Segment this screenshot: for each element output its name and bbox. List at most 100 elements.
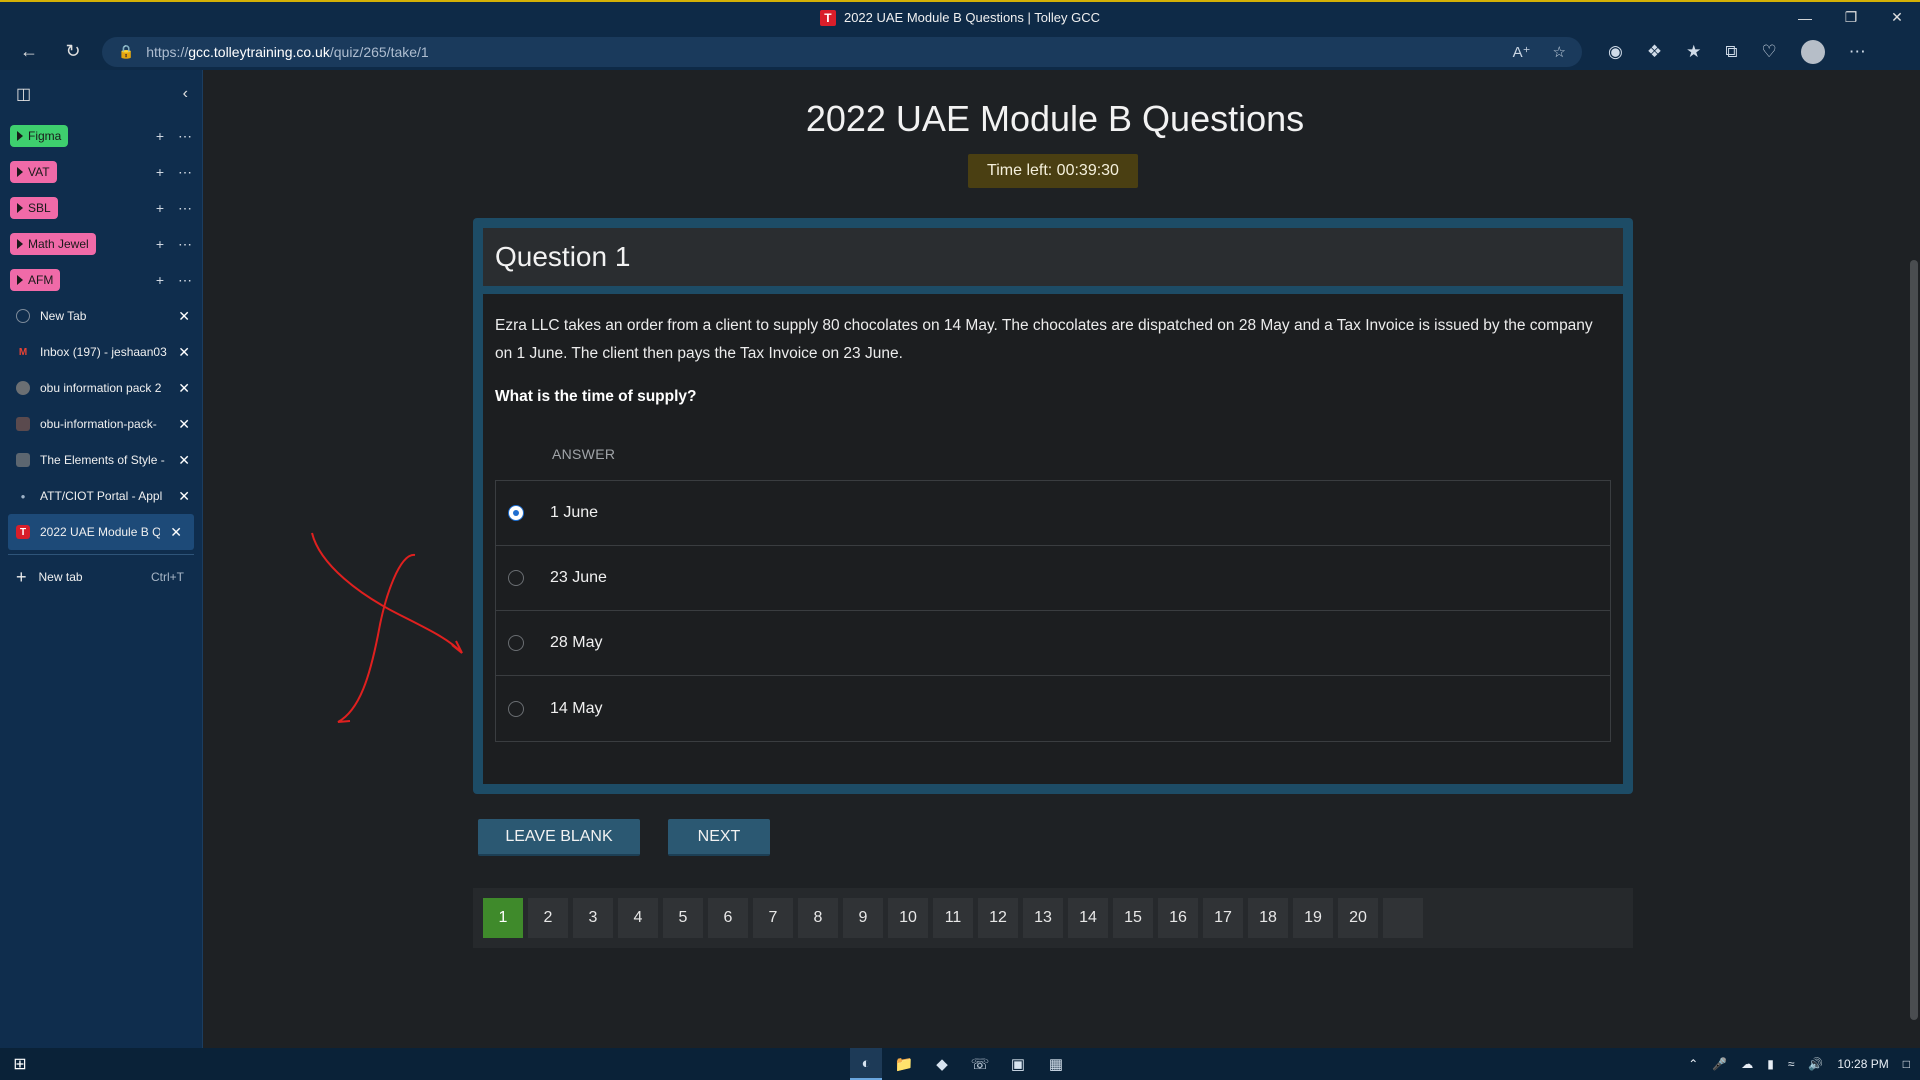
tab-group[interactable]: Figma + ⋯ bbox=[0, 118, 202, 154]
sidebar-tab[interactable]: obu-information-pack- ✕ bbox=[0, 406, 202, 442]
sidebar-tab[interactable]: M Inbox (197) - jeshaan03 ✕ bbox=[0, 334, 202, 370]
planner-icon[interactable]: ▣ bbox=[1002, 1048, 1034, 1080]
microphone-icon[interactable]: 🎤 bbox=[1712, 1057, 1727, 1071]
more-icon[interactable]: ⋯ bbox=[178, 200, 192, 217]
answer-label[interactable]: 28 May bbox=[550, 634, 602, 652]
page-button[interactable]: 18 bbox=[1248, 898, 1288, 938]
address-bar[interactable]: 🔒 https://gcc.tolleytraining.co.uk/quiz/… bbox=[102, 36, 1582, 67]
page-button[interactable]: 6 bbox=[708, 898, 748, 938]
page-button[interactable]: 9 bbox=[843, 898, 883, 938]
volume-icon[interactable]: 🔊 bbox=[1808, 1057, 1823, 1071]
tab-group-pill[interactable]: AFM bbox=[10, 269, 61, 291]
page-button[interactable]: 4 bbox=[618, 898, 658, 938]
radio-button[interactable] bbox=[508, 700, 524, 717]
add-tab-icon[interactable]: + bbox=[156, 236, 164, 253]
more-icon[interactable]: ⋯ bbox=[1849, 42, 1866, 62]
next-button[interactable]: NEXT bbox=[668, 819, 770, 856]
close-tab-icon[interactable]: ✕ bbox=[178, 380, 190, 397]
answer-option[interactable]: 23 June bbox=[496, 546, 1610, 611]
page-button[interactable]: 5 bbox=[663, 898, 703, 938]
answer-label[interactable]: 14 May bbox=[550, 700, 602, 718]
file-explorer-icon[interactable]: 📁 bbox=[888, 1048, 920, 1080]
close-tab-icon[interactable]: ✕ bbox=[178, 488, 190, 505]
answer-label[interactable]: 1 June bbox=[550, 504, 598, 522]
profile-avatar[interactable] bbox=[1800, 39, 1825, 64]
page-button[interactable]: 10 bbox=[888, 898, 928, 938]
add-tab-icon[interactable]: + bbox=[156, 272, 164, 289]
collapse-sidebar-icon[interactable]: ‹ bbox=[183, 85, 188, 103]
new-tab-button[interactable]: + New tab Ctrl+T bbox=[0, 559, 202, 595]
start-icon[interactable]: ⊞ bbox=[0, 1048, 40, 1080]
close-window-icon[interactable]: ✕ bbox=[1874, 2, 1920, 33]
collections-icon[interactable]: ⧉ bbox=[1725, 42, 1737, 62]
scrollbar-thumb[interactable] bbox=[1910, 260, 1918, 1020]
tray-overflow-icon[interactable]: ⌃ bbox=[1688, 1057, 1698, 1071]
sidebar-tab[interactable]: New Tab ✕ bbox=[0, 298, 202, 334]
add-tab-icon[interactable]: + bbox=[156, 200, 164, 217]
tab-group[interactable]: AFM + ⋯ bbox=[0, 262, 202, 298]
tab-group-pill[interactable]: VAT bbox=[10, 161, 57, 183]
tab-group-pill[interactable]: Math Jewel bbox=[10, 233, 96, 255]
more-icon[interactable]: ⋯ bbox=[178, 272, 192, 289]
edge-icon[interactable]: ◐ bbox=[850, 1048, 882, 1080]
tab-group-pill[interactable]: SBL bbox=[10, 197, 58, 219]
answer-option[interactable]: 14 May bbox=[496, 676, 1610, 741]
page-button[interactable]: 3 bbox=[573, 898, 613, 938]
refresh-icon[interactable]: ↻ bbox=[58, 37, 88, 67]
tab-group[interactable]: VAT + ⋯ bbox=[0, 154, 202, 190]
add-favorite-icon[interactable]: ☆ bbox=[1553, 43, 1566, 61]
tab-actions-icon[interactable]: ◫ bbox=[16, 84, 31, 104]
page-button[interactable]: 16 bbox=[1158, 898, 1198, 938]
extensions-puzzle-icon[interactable]: ❖ bbox=[1647, 42, 1662, 62]
health-icon[interactable]: ♡ bbox=[1761, 42, 1776, 62]
leave-blank-button[interactable]: LEAVE BLANK bbox=[478, 819, 640, 856]
answer-label[interactable]: 23 June bbox=[550, 569, 607, 587]
favorites-icon[interactable]: ★ bbox=[1686, 42, 1701, 62]
read-aloud-icon[interactable]: A⁺ bbox=[1513, 43, 1531, 61]
restore-icon[interactable]: ❐ bbox=[1828, 2, 1874, 33]
page-button[interactable]: 20 bbox=[1338, 898, 1378, 938]
whatsapp-icon[interactable]: ☏ bbox=[964, 1048, 996, 1080]
answer-option[interactable]: 28 May bbox=[496, 611, 1610, 676]
extension-icon[interactable]: ◉ bbox=[1608, 42, 1623, 62]
tab-group[interactable]: Math Jewel + ⋯ bbox=[0, 226, 202, 262]
clock[interactable]: 10:28 PM bbox=[1837, 1057, 1888, 1071]
tab-group-pill[interactable]: Figma bbox=[10, 125, 69, 147]
page-button[interactable]: 19 bbox=[1293, 898, 1333, 938]
sidebar-tab[interactable]: ● ATT/CIOT Portal - Appl ✕ bbox=[0, 478, 202, 514]
page-button[interactable]: 7 bbox=[753, 898, 793, 938]
page-button-current[interactable]: 1 bbox=[483, 898, 523, 938]
notifications-icon[interactable]: □ bbox=[1903, 1057, 1910, 1071]
back-icon[interactable]: ← bbox=[14, 37, 44, 67]
sidebar-tab-active[interactable]: T 2022 UAE Module B Qu ✕ bbox=[8, 514, 194, 550]
radio-button[interactable] bbox=[508, 635, 524, 651]
close-tab-icon[interactable]: ✕ bbox=[178, 452, 190, 469]
page-button[interactable]: 15 bbox=[1113, 898, 1153, 938]
page-scrollbar[interactable] bbox=[1906, 70, 1920, 1048]
wifi-icon[interactable]: ≈ bbox=[1788, 1057, 1795, 1071]
page-button[interactable]: 11 bbox=[933, 898, 973, 938]
app-icon[interactable]: ◆ bbox=[926, 1048, 958, 1080]
page-button-blank[interactable] bbox=[1383, 898, 1423, 938]
minimize-icon[interactable]: — bbox=[1782, 2, 1828, 33]
more-icon[interactable]: ⋯ bbox=[178, 164, 192, 181]
page-button[interactable]: 2 bbox=[528, 898, 568, 938]
close-tab-icon[interactable]: ✕ bbox=[178, 416, 190, 433]
page-button[interactable]: 8 bbox=[798, 898, 838, 938]
page-button[interactable]: 13 bbox=[1023, 898, 1063, 938]
page-button[interactable]: 12 bbox=[978, 898, 1018, 938]
add-tab-icon[interactable]: + bbox=[156, 128, 164, 145]
radio-button-selected[interactable] bbox=[508, 505, 524, 521]
close-tab-icon[interactable]: ✕ bbox=[178, 344, 190, 361]
close-tab-icon[interactable]: ✕ bbox=[170, 524, 182, 541]
cloud-icon[interactable]: ☁ bbox=[1741, 1057, 1753, 1071]
more-icon[interactable]: ⋯ bbox=[178, 236, 192, 253]
add-tab-icon[interactable]: + bbox=[156, 164, 164, 181]
page-button[interactable]: 14 bbox=[1068, 898, 1108, 938]
answer-option[interactable]: 1 June bbox=[496, 481, 1610, 546]
sidebar-tab[interactable]: The Elements of Style - ✕ bbox=[0, 442, 202, 478]
close-tab-icon[interactable]: ✕ bbox=[178, 308, 190, 325]
battery-icon[interactable]: ▮ bbox=[1767, 1057, 1774, 1071]
more-icon[interactable]: ⋯ bbox=[178, 128, 192, 145]
radio-button[interactable] bbox=[508, 570, 524, 586]
